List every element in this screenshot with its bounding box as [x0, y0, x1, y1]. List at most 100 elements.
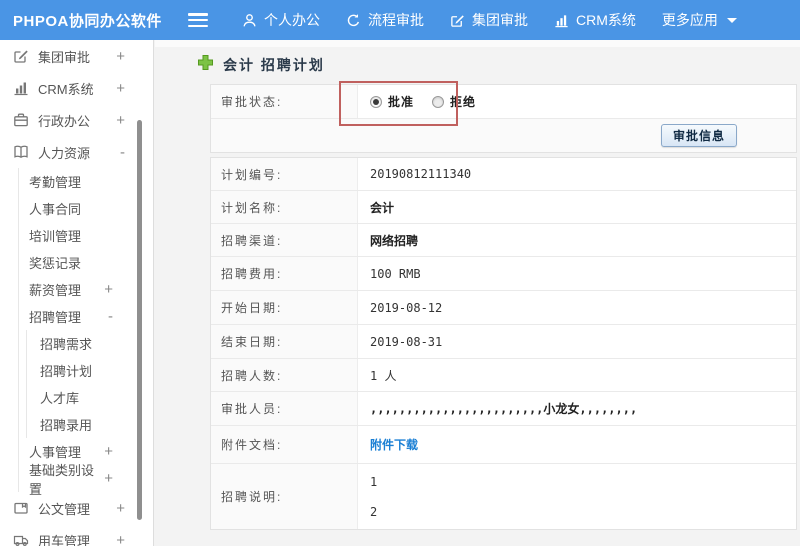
cycle-icon	[346, 13, 361, 28]
nav-label: 个人办公	[264, 12, 320, 28]
table-row: 计划名称: 会计	[211, 191, 796, 224]
recruitment-submenu: 招聘需求 招聘计划 人才库 招聘录用	[26, 330, 153, 438]
sidebar-item-talent-pool[interactable]: 人才库	[27, 384, 153, 411]
approval-status-label: 审批状态:	[211, 85, 358, 118]
reject-radio[interactable]	[432, 95, 445, 108]
sidebar-item-label: 人事管理	[29, 445, 82, 460]
plan-number-label: 计划编号:	[211, 158, 358, 190]
expand-icon[interactable]: +	[116, 81, 125, 96]
nav-personal-office[interactable]: 个人办公	[242, 10, 320, 30]
table-row: 招聘费用: 100 RMB	[211, 257, 796, 291]
approve-radio[interactable]	[370, 95, 382, 108]
bar-chart-icon	[554, 13, 569, 28]
sidebar-item-label: 集团审批	[38, 49, 91, 65]
sidebar-item-group-approval[interactable]: 集团审批 +	[0, 40, 153, 72]
sidebar-item-vehicle[interactable]: 用车管理 +	[0, 524, 153, 546]
top-header: PHPOA协同办公软件 个人办公 流程审批 集团审批 CRM系统 更多应用	[0, 0, 800, 40]
headcount-value: 1 人	[370, 368, 397, 383]
recruit-description-value: 1 2	[358, 464, 796, 529]
top-nav: 个人办公 流程审批 集团审批 CRM系统 更多应用	[242, 10, 763, 30]
sidebar-item-label: 用车管理	[38, 533, 91, 546]
sidebar-item-label: 招聘需求	[40, 337, 93, 352]
recruit-channel-value: 网络招聘	[370, 233, 419, 248]
nav-workflow-approval[interactable]: 流程审批	[346, 10, 424, 30]
sidebar-item-recruit-hire[interactable]: 招聘录用	[27, 411, 153, 438]
attachment-download-link[interactable]: 附件下载	[370, 436, 418, 453]
sidebar-item-crm[interactable]: CRM系统 +	[0, 72, 153, 104]
recruit-cost-value: 100 RMB	[370, 266, 421, 281]
plan-name-label: 计划名称:	[211, 191, 358, 223]
app-logo: PHPOA协同办公软件	[13, 12, 162, 30]
sidebar-item-label: 人才库	[40, 391, 80, 406]
sidebar-item-recruit-demand[interactable]: 招聘需求	[27, 330, 153, 357]
plan-number-value: 20190812111340	[370, 167, 472, 181]
reject-radio-label[interactable]: 拒绝	[450, 93, 476, 110]
approval-info-button[interactable]: 审批信息	[660, 124, 737, 147]
collapse-icon[interactable]: -	[108, 309, 113, 324]
sidebar-item-label: 招聘录用	[40, 418, 93, 433]
sidebar-item-training[interactable]: 培训管理	[19, 222, 153, 249]
bar-chart-icon	[13, 80, 29, 96]
caret-down-icon	[726, 17, 737, 23]
hamburger-menu-icon[interactable]	[188, 13, 208, 27]
edit-icon	[13, 48, 29, 64]
recruit-description-label: 招聘说明:	[211, 464, 358, 529]
sidebar-item-recruitment[interactable]: 招聘管理 -	[19, 303, 153, 330]
description-line: 1	[370, 474, 378, 489]
sidebar-item-salary[interactable]: 薪资管理 +	[19, 276, 153, 303]
nav-label: 更多应用	[661, 12, 718, 28]
expand-icon[interactable]: +	[104, 444, 113, 459]
recruit-plan-detail-table: 计划编号: 20190812111340 计划名称: 会计 招聘渠道: 网络招聘…	[210, 157, 797, 530]
table-row: 招聘说明: 1 2	[211, 464, 796, 529]
sidebar-item-base-category[interactable]: 基础类别设置 +	[19, 463, 153, 497]
sidebar-item-label: 招聘计划	[40, 364, 93, 379]
sidebar-item-recruit-plan[interactable]: 招聘计划	[27, 357, 153, 384]
nav-label: 流程审批	[368, 12, 424, 28]
sidebar-item-human-resources[interactable]: 人力资源 -	[0, 136, 153, 168]
sidebar-item-label: 人事合同	[29, 202, 82, 217]
truck-icon	[13, 532, 29, 546]
page-title-text: 会计 招聘计划	[223, 57, 325, 73]
book-icon	[13, 144, 29, 160]
expand-icon[interactable]: +	[116, 501, 125, 516]
approve-radio-label[interactable]: 批准	[388, 93, 414, 110]
table-row: 附件文档: 附件下载	[211, 426, 796, 464]
approvers-label: 审批人员:	[211, 392, 358, 425]
approvers-value: ,,,,,,,,,,,,,,,,,,,,,,,,小龙女,,,,,,,,	[370, 402, 638, 416]
main-content: 会计 招聘计划 审批状态: 批准 拒绝 审批信息 计划编号: 201908121…	[155, 40, 800, 546]
briefcase-icon	[13, 112, 29, 128]
sidebar-item-attendance[interactable]: 考勤管理	[19, 168, 153, 195]
page-title: 会计 招聘计划	[197, 54, 325, 76]
collapse-icon[interactable]: -	[120, 145, 125, 160]
sidebar-item-label: 行政办公	[38, 113, 91, 129]
nav-more-apps[interactable]: 更多应用	[662, 10, 737, 30]
edit-icon	[450, 13, 465, 28]
table-row: 开始日期: 2019-08-12	[211, 291, 796, 325]
document-icon	[13, 500, 29, 516]
expand-icon[interactable]: +	[116, 533, 125, 546]
expand-icon[interactable]: +	[116, 113, 125, 128]
sidebar-item-label: 奖惩记录	[29, 256, 82, 271]
end-date-value: 2019-08-31	[370, 334, 443, 349]
nav-crm-system[interactable]: CRM系统	[554, 10, 636, 30]
description-line: 2	[370, 504, 378, 519]
sidebar-item-rewards[interactable]: 奖惩记录	[19, 249, 153, 276]
add-plus-icon[interactable]	[197, 54, 214, 76]
headcount-label: 招聘人数:	[211, 359, 358, 391]
nav-group-approval[interactable]: 集团审批	[450, 10, 528, 30]
approval-radio-group: 批准 拒绝	[370, 93, 488, 110]
nav-label: CRM系统	[576, 12, 636, 28]
sidebar-item-admin-office[interactable]: 行政办公 +	[0, 104, 153, 136]
sidebar-scrollbar[interactable]	[137, 120, 142, 520]
expand-icon[interactable]: +	[116, 49, 125, 64]
plan-name-value: 会计	[370, 200, 395, 215]
sidebar-item-hr-contract[interactable]: 人事合同	[19, 195, 153, 222]
sidebar-item-label: 培训管理	[29, 229, 82, 244]
table-row: 计划编号: 20190812111340	[211, 158, 796, 191]
sidebar-item-label: CRM系统	[38, 81, 94, 97]
recruit-cost-label: 招聘费用:	[211, 257, 358, 290]
expand-icon[interactable]: +	[104, 282, 113, 297]
expand-icon[interactable]: +	[104, 471, 113, 486]
table-row: 招聘渠道: 网络招聘	[211, 224, 796, 257]
approval-status-table: 审批状态: 批准 拒绝 审批信息	[210, 84, 797, 153]
